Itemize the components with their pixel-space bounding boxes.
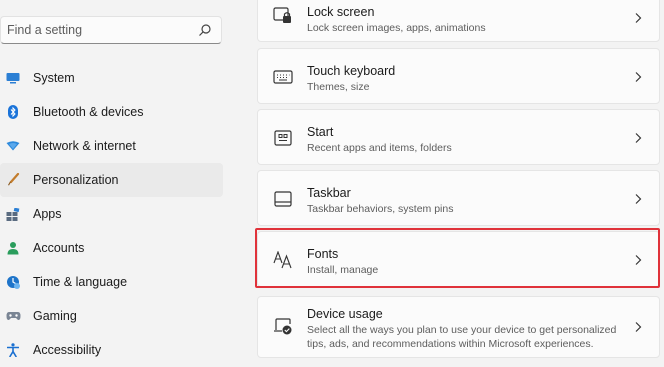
- sidebar-item-accessibility[interactable]: Accessibility: [0, 333, 223, 367]
- sidebar-item-personalization[interactable]: Personalization: [0, 163, 223, 197]
- sidebar-item-label: System: [33, 71, 75, 85]
- device-usage-icon: [273, 317, 293, 337]
- sidebar-item-gaming[interactable]: Gaming: [0, 299, 223, 333]
- chevron-right-icon: [635, 13, 642, 23]
- start-icon: [273, 128, 293, 148]
- chevron-right-icon: [635, 133, 642, 143]
- search-icon[interactable]: [198, 23, 212, 37]
- chevron-right-icon: [635, 255, 642, 265]
- sidebar-item-label: Accessibility: [33, 343, 102, 357]
- setting-lock-screen[interactable]: Lock screen Lock screen images, apps, an…: [257, 0, 660, 42]
- sidebar-item-label: Time & language: [33, 275, 128, 289]
- bluetooth-icon: [5, 104, 21, 120]
- setting-device-usage[interactable]: Device usage Select all the ways you pla…: [257, 296, 660, 358]
- setting-taskbar[interactable]: Taskbar Taskbar behaviors, system pins: [257, 170, 660, 226]
- time-language-icon: [5, 274, 21, 290]
- sidebar-item-time-language[interactable]: Time & language: [0, 265, 223, 299]
- chevron-right-icon: [635, 194, 642, 204]
- sidebar: System Bluetooth & devices Network & int…: [0, 0, 236, 365]
- setting-start[interactable]: Start Recent apps and items, folders: [257, 109, 660, 165]
- setting-touch-keyboard[interactable]: Touch keyboard Themes, size: [257, 48, 660, 104]
- sidebar-item-label: Personalization: [33, 173, 119, 187]
- gaming-icon: [5, 308, 21, 324]
- lock-screen-icon: [273, 6, 293, 26]
- keyboard-icon: [273, 67, 293, 87]
- personalization-icon: [5, 172, 21, 188]
- setting-title: Start: [307, 125, 334, 139]
- accessibility-icon: [5, 342, 21, 358]
- setting-subtitle: Taskbar behaviors, system pins: [307, 203, 454, 215]
- setting-title: Fonts: [307, 247, 339, 261]
- network-icon: [5, 138, 21, 154]
- fonts-icon: [273, 250, 293, 270]
- sidebar-nav: System Bluetooth & devices Network & int…: [0, 61, 223, 367]
- setting-subtitle: Install, manage: [307, 264, 379, 276]
- system-icon: [5, 70, 21, 86]
- sidebar-item-label: Bluetooth & devices: [33, 105, 144, 119]
- sidebar-item-label: Gaming: [33, 309, 77, 323]
- setting-title: Lock screen: [307, 5, 375, 19]
- sidebar-item-label: Accounts: [33, 241, 85, 255]
- setting-subtitle: Lock screen images, apps, animations: [307, 22, 486, 34]
- apps-icon: [5, 206, 21, 222]
- chevron-right-icon: [635, 322, 642, 332]
- sidebar-item-bluetooth-devices[interactable]: Bluetooth & devices: [0, 95, 223, 129]
- accounts-icon: [5, 240, 21, 256]
- taskbar-icon: [273, 189, 293, 209]
- setting-title: Taskbar: [307, 186, 351, 200]
- setting-subtitle: Select all the ways you plan to use your…: [307, 324, 617, 350]
- sidebar-item-accounts[interactable]: Accounts: [0, 231, 223, 265]
- sidebar-item-label: Apps: [33, 207, 62, 221]
- sidebar-item-label: Network & internet: [33, 139, 136, 153]
- search-input[interactable]: [1, 23, 187, 37]
- setting-subtitle: Themes, size: [307, 81, 370, 93]
- setting-title: Touch keyboard: [307, 64, 396, 78]
- sidebar-item-system[interactable]: System: [0, 61, 223, 95]
- sidebar-item-network-internet[interactable]: Network & internet: [0, 129, 223, 163]
- sidebar-item-apps[interactable]: Apps: [0, 197, 223, 231]
- setting-fonts[interactable]: Fonts Install, manage: [257, 231, 660, 287]
- search-box[interactable]: [0, 16, 222, 44]
- setting-subtitle: Recent apps and items, folders: [307, 142, 452, 154]
- setting-title: Device usage: [307, 307, 383, 321]
- chevron-right-icon: [635, 72, 642, 82]
